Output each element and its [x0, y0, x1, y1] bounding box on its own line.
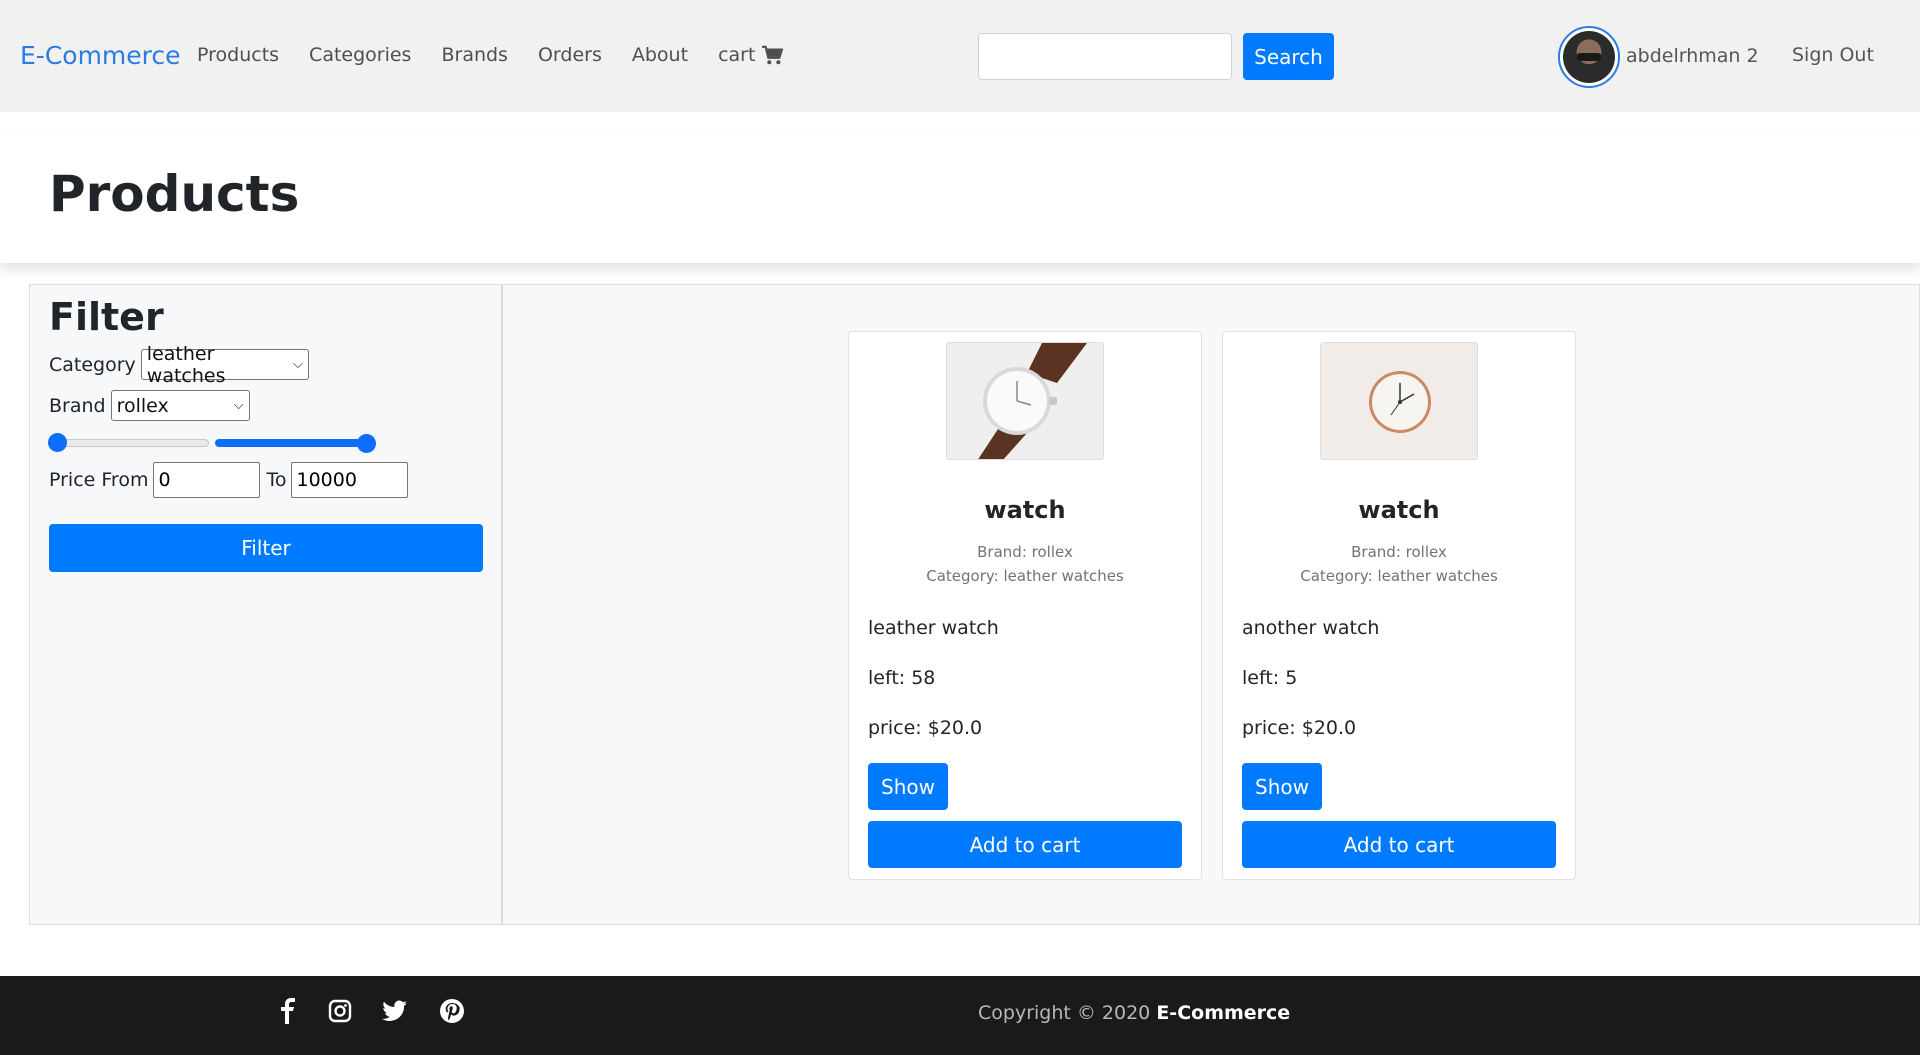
filter-title: Filter	[49, 295, 164, 339]
instagram-icon[interactable]	[325, 996, 355, 1026]
filter-button[interactable]: Filter	[49, 524, 483, 572]
add-to-cart-button[interactable]: Add to cart	[868, 821, 1182, 868]
product-stock: left: 58	[868, 667, 936, 689]
nav-link-cart[interactable]: cart	[718, 44, 784, 66]
price-to-label: To	[266, 469, 287, 491]
products-panel: watch Brand: rollex Category: leather wa…	[502, 284, 1920, 925]
nav-link-brands[interactable]: Brands	[441, 44, 508, 66]
brand-select[interactable]: rollex ⌵	[110, 390, 250, 421]
filter-panel: Filter Category leather watches ⌵ Brand …	[29, 284, 502, 925]
nav-links: Products Categories Brands Orders About …	[197, 44, 784, 66]
price-row: Price From To	[49, 462, 409, 498]
search-button[interactable]: Search	[1243, 33, 1334, 80]
price-max-thumb[interactable]	[357, 434, 376, 453]
price-to-input[interactable]	[291, 462, 409, 498]
copyright: Copyright © 2020 E-Commerce	[978, 1002, 1290, 1024]
clock-icon	[1321, 343, 1477, 459]
product-card: watch Brand: rollex Category: leather wa…	[848, 331, 1202, 880]
cart-label: cart	[718, 44, 756, 66]
category-label: Category	[49, 353, 136, 376]
product-category: Category: leather watches	[926, 567, 1124, 585]
category-select-value: leather watches	[146, 342, 226, 387]
nav-link-orders[interactable]: Orders	[538, 44, 602, 66]
brand-link[interactable]: E-Commerce	[20, 41, 181, 70]
category-row: Category leather watches ⌵	[49, 343, 309, 387]
search-input[interactable]	[978, 33, 1232, 80]
clock-image[interactable]	[1320, 342, 1478, 460]
wristwatch-icon	[947, 343, 1103, 459]
product-brand: Brand: rollex	[1351, 543, 1447, 561]
product-description: another watch	[1242, 617, 1380, 639]
product-brand: Brand: rollex	[977, 543, 1073, 561]
brand-label: Brand	[49, 394, 106, 417]
product-price: price: $20.0	[1242, 717, 1357, 739]
product-name: watch	[984, 496, 1066, 524]
brand-select-value: rollex	[116, 394, 169, 417]
show-button[interactable]: Show	[868, 763, 948, 810]
category-select[interactable]: leather watches ⌵	[140, 343, 309, 387]
username[interactable]: abdelrhman 2	[1626, 45, 1759, 67]
wristwatch-image[interactable]	[946, 342, 1104, 460]
price-min-thumb[interactable]	[48, 433, 67, 452]
chevron-down-icon: ⌵	[292, 357, 303, 372]
price-min-slider[interactable]	[48, 433, 209, 452]
nav-link-categories[interactable]: Categories	[309, 44, 411, 66]
pinterest-icon[interactable]	[437, 996, 467, 1026]
cart-icon	[762, 45, 784, 65]
product-card: watch Brand: rollex Category: leather wa…	[1222, 331, 1576, 880]
twitter-icon[interactable]	[380, 996, 410, 1026]
price-from-label: Price From	[49, 469, 149, 491]
nav-link-products[interactable]: Products	[197, 44, 279, 66]
price-max-slider[interactable]	[215, 434, 376, 453]
product-description: leather watch	[868, 617, 999, 639]
show-button[interactable]: Show	[1242, 763, 1322, 810]
add-to-cart-button[interactable]: Add to cart	[1242, 821, 1556, 868]
price-from-input[interactable]	[153, 462, 261, 498]
avatar-image	[1563, 31, 1615, 83]
copyright-brand: E-Commerce	[1156, 1002, 1291, 1024]
product-category: Category: leather watches	[1300, 567, 1498, 585]
chevron-down-icon: ⌵	[233, 398, 244, 413]
avatar[interactable]	[1558, 26, 1620, 88]
footer: Copyright © 2020 E-Commerce	[0, 976, 1920, 1055]
nav-link-about[interactable]: About	[632, 44, 688, 66]
signout-link[interactable]: Sign Out	[1792, 44, 1874, 66]
page-title: Products	[49, 165, 300, 223]
copyright-text: Copyright © 2020	[978, 1002, 1151, 1024]
page-header: Products	[0, 133, 1920, 263]
product-stock: left: 5	[1242, 667, 1298, 689]
brand-row: Brand rollex ⌵	[49, 390, 250, 421]
product-name: watch	[1358, 496, 1440, 524]
product-price: price: $20.0	[868, 717, 983, 739]
navbar: E-Commerce Products Categories Brands Or…	[0, 0, 1920, 112]
facebook-icon[interactable]	[273, 996, 303, 1026]
